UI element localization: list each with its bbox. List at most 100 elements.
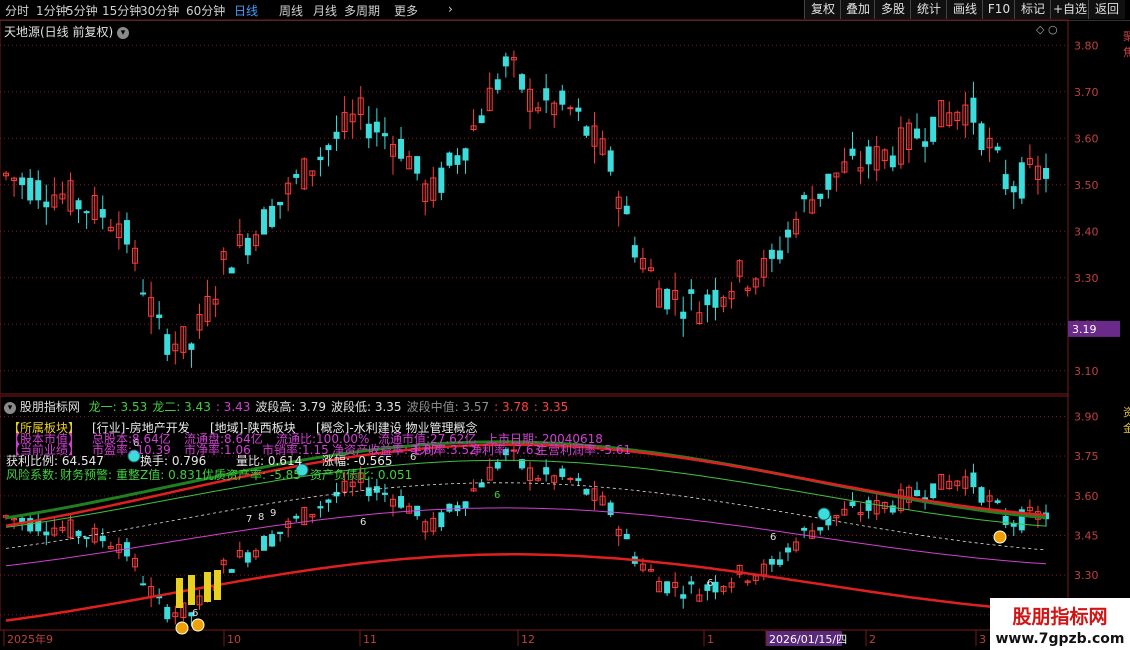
yellow-bar <box>204 572 211 602</box>
cyan-signal-icon <box>817 507 831 521</box>
indicator-candle <box>228 569 235 573</box>
info-text: 优质资产率: -5.85 <box>202 468 301 482</box>
price-candle <box>156 314 163 319</box>
wave-count-label: 8 <box>258 512 264 523</box>
indicator-candle <box>994 500 1001 503</box>
indicator-candle <box>543 467 550 475</box>
indicator-candle <box>381 492 388 495</box>
indicator-candle <box>317 506 324 509</box>
yellow-bar <box>214 570 221 600</box>
indicator-toggle-icon[interactable]: ▾ <box>4 401 16 414</box>
indicator-candle <box>83 537 90 540</box>
price-candle <box>768 249 775 259</box>
indicator-value: 龙二: 3.43 <box>152 400 211 414</box>
buy-signal-icon <box>175 621 189 635</box>
indicator-candle <box>712 581 719 593</box>
indicator-tick-label: 3.45 <box>1074 529 1099 542</box>
price-candle <box>801 195 808 200</box>
price-tick-label: 3.60 <box>1074 132 1099 145</box>
price-candle <box>75 200 82 210</box>
stock-title: 天地源(日线 前复权) <box>4 25 114 39</box>
indicator-candle <box>801 527 808 531</box>
price-candle <box>244 237 251 256</box>
indicator-header: ▾ 股朋指标网 龙一: 3.53 龙二: 3.43: 3.43 波段高: 3.79 波… <box>4 398 568 415</box>
buy-signal-icon <box>993 530 1007 544</box>
indicator-value: : 3.35 <box>533 400 569 414</box>
watermark: 股朋指标网 www.7gpzb.com <box>990 598 1130 650</box>
price-candle <box>970 97 977 123</box>
indicator-candle <box>244 552 251 563</box>
price-candle <box>817 193 824 199</box>
price-candle <box>27 177 34 201</box>
info-text: 毛利率:3.52 <box>410 443 477 457</box>
indicator-candle <box>607 502 614 516</box>
indicator-candle <box>43 531 50 536</box>
price-candle <box>631 245 638 258</box>
side-label-main: 聚焦 <box>1123 30 1130 59</box>
price-candle <box>704 294 711 306</box>
price-candle <box>365 123 372 139</box>
current-price-label: 3.19 <box>1072 323 1097 336</box>
price-candle <box>35 180 42 201</box>
price-candle <box>825 173 832 190</box>
indicator-candle <box>785 547 792 553</box>
price-candle <box>438 167 445 193</box>
price-tick-label: 3.80 <box>1074 39 1099 52</box>
indicator-candle <box>559 468 566 477</box>
indicator-name[interactable]: 股朋指标网 <box>20 400 80 414</box>
chevron-down-icon[interactable]: ▾ <box>117 26 130 39</box>
price-candle <box>19 177 26 186</box>
price-candle <box>228 267 235 274</box>
price-candle <box>575 107 582 112</box>
wave-count-label: 6 <box>192 608 198 619</box>
price-candle <box>269 205 276 227</box>
price-candle <box>680 311 687 319</box>
indicator-value: : 3.78 <box>494 400 529 414</box>
indicator-value: 波段低: 3.35 <box>330 400 402 414</box>
indicator-candle <box>567 477 574 480</box>
indicator-candle <box>978 487 985 503</box>
price-candle <box>1043 168 1049 179</box>
info-text: 净利率:-7.63 <box>470 443 542 457</box>
time-axis-label: 12 <box>521 633 535 646</box>
indicator-candle <box>140 583 147 586</box>
chart-canvas: 3.803.703.603.503.403.303.203.103.193.90… <box>0 19 1120 650</box>
price-candle <box>567 107 574 110</box>
wave-count-label: 6 <box>707 578 713 589</box>
chart-corner-icons[interactable]: ◇ ○ <box>1036 23 1058 36</box>
price-candle <box>123 220 130 245</box>
price-candle <box>664 289 671 310</box>
indicator-candle <box>75 530 82 537</box>
price-candle <box>865 146 872 165</box>
time-axis-label: 11 <box>363 633 377 646</box>
price-candle <box>188 343 195 350</box>
indicator-candle <box>365 487 372 497</box>
indicator-candle <box>575 478 582 481</box>
lower-band-red <box>5 553 1047 622</box>
indicator-candle <box>865 500 872 511</box>
price-candle <box>930 116 937 142</box>
price-candle <box>785 229 792 238</box>
indicator-candle <box>398 496 405 508</box>
price-candle <box>543 88 550 101</box>
time-axis-label: 3 <box>979 633 986 646</box>
price-candle <box>1002 174 1009 190</box>
indicator-candle <box>293 515 300 519</box>
dragon-two-line <box>5 507 1047 567</box>
time-axis-label: 10 <box>227 633 241 646</box>
price-tick-label: 3.10 <box>1074 365 1099 378</box>
price-tick-label: 3.30 <box>1074 272 1099 285</box>
watermark-url: www.7gpzb.com <box>995 631 1125 647</box>
wave-count-label: 7 <box>246 514 252 525</box>
price-candle <box>325 145 332 151</box>
indicator-candle <box>776 559 783 565</box>
indicator-candle <box>680 594 687 599</box>
indicator-candle <box>164 606 171 620</box>
price-candle <box>164 334 171 355</box>
price-candle <box>994 146 1001 151</box>
indicator-tick-label: 3.75 <box>1074 450 1099 463</box>
buy-signal-icon <box>191 618 205 632</box>
wave-count-label: 9 <box>270 508 276 519</box>
time-axis-label: 2026/01/15/四 <box>769 633 847 646</box>
indicator-candle <box>914 490 921 497</box>
